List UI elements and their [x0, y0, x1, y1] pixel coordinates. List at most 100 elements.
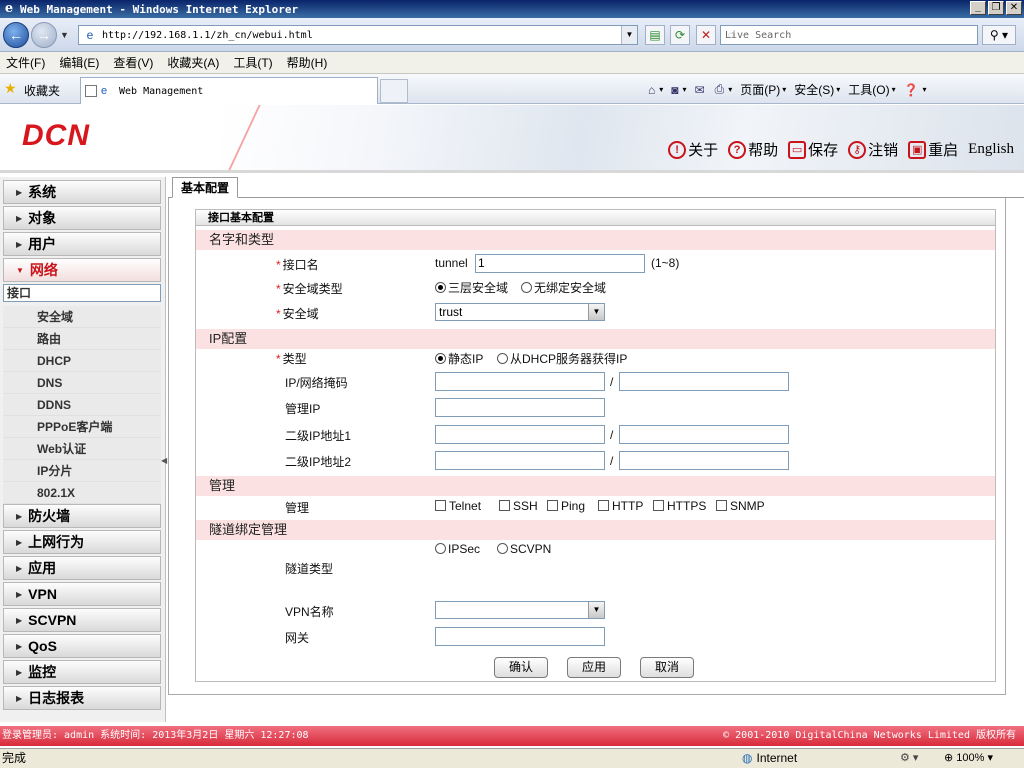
sidebar-item-system[interactable]: ▶ 系统 [3, 180, 161, 204]
mgmt-snmp-checkbox[interactable] [716, 500, 727, 511]
help-link[interactable]: ? 帮助 [728, 139, 778, 160]
chevron-down-icon[interactable]: ▼ [588, 304, 604, 320]
sidebar-item-firewall[interactable]: ▶ 防火墙 [3, 504, 161, 528]
netmask-input[interactable] [619, 372, 789, 391]
help-menu[interactable]: ❓ ▾ [904, 83, 927, 97]
stop-icon[interactable]: ✕ [696, 25, 716, 45]
sidebar-subitem-dhcp[interactable]: DHCP [3, 350, 161, 372]
ip-dhcp-option[interactable]: 从DHCP服务器获得IP [497, 350, 627, 367]
tunnel-ipsec-radio[interactable] [435, 543, 446, 554]
sidebar-item-monitor[interactable]: ▶ 监控 [3, 660, 161, 684]
english-link[interactable]: English [968, 141, 1014, 158]
search-icon[interactable]: ⚲ ▾ [982, 25, 1016, 45]
security-zone[interactable]: ◍ Internet [742, 749, 797, 768]
secondary-ip2-input[interactable] [435, 451, 605, 470]
home-button[interactable]: ⌂ ▾ [648, 83, 663, 97]
sidebar-subitem-ddns[interactable]: DDNS [3, 394, 161, 416]
sidebar-subitem-dns[interactable]: DNS [3, 372, 161, 394]
ifname-input[interactable]: 1 [475, 254, 645, 273]
mgmt-ping-option[interactable]: Ping [547, 499, 585, 513]
sidebar-item-web-behavior[interactable]: ▶ 上网行为 [3, 530, 161, 554]
mgmt-https-checkbox[interactable] [653, 500, 664, 511]
reboot-link[interactable]: ▣ 重启 [908, 139, 958, 160]
zone-select[interactable]: trust ▼ [435, 303, 605, 321]
tunnel-ipsec-option[interactable]: IPSec [435, 542, 480, 556]
sidebar-item-application[interactable]: ▶ 应用 [3, 556, 161, 580]
secondary-mask1-input[interactable] [619, 425, 789, 444]
back-button[interactable]: ← [3, 22, 29, 48]
browser-tab[interactable]: e Web Management [80, 77, 378, 104]
print-button[interactable]: ⎙ ▾ [715, 82, 733, 97]
gateway-input[interactable] [435, 627, 605, 646]
ip-static-radio[interactable] [435, 353, 446, 364]
cancel-button[interactable]: 取消 [640, 657, 694, 678]
confirm-button[interactable]: 确认 [494, 657, 548, 678]
mgmt-https-option[interactable]: HTTPS [653, 499, 706, 513]
secondary-mask2-input[interactable] [619, 451, 789, 470]
mgmt-snmp-option[interactable]: SNMP [716, 499, 765, 513]
sidebar-collapse-icon[interactable]: ◀ [161, 456, 167, 484]
tunnel-scvpn-radio[interactable] [497, 543, 508, 554]
secondary-ip1-input[interactable] [435, 425, 605, 444]
sidebar-subitem-8021x[interactable]: 802.1X [3, 482, 161, 504]
ip-dhcp-radio[interactable] [497, 353, 508, 364]
close-button[interactable]: ✕ [1006, 1, 1022, 15]
menu-favorites[interactable]: 收藏夹(A) [167, 54, 219, 71]
apply-button[interactable]: 应用 [567, 657, 621, 678]
menu-help[interactable]: 帮助(H) [287, 54, 328, 71]
mgmt-http-option[interactable]: HTTP [598, 499, 643, 513]
sidebar-item-qos[interactable]: ▶ QoS [3, 634, 161, 658]
menu-file[interactable]: 文件(F) [6, 54, 45, 71]
sidebar-item-users[interactable]: ▶ 用户 [3, 232, 161, 256]
restore-button[interactable]: ❐ [988, 1, 1004, 15]
tools-menu[interactable]: 工具(O) ▾ [848, 81, 895, 98]
zone-type-l3-option[interactable]: 三层安全域 [435, 279, 508, 296]
tab-basic-config[interactable]: 基本配置 [172, 177, 238, 198]
mgmt-telnet-option[interactable]: Telnet [435, 499, 481, 513]
menu-edit[interactable]: 编辑(E) [59, 54, 99, 71]
menu-view[interactable]: 查看(V) [113, 54, 153, 71]
refresh-icon[interactable]: ⟳ [670, 25, 690, 45]
search-input[interactable]: ◌ Live Search [720, 25, 978, 45]
about-link[interactable]: ! 关于 [668, 139, 718, 160]
sidebar-subitem-ipfrag[interactable]: IP分片 [3, 460, 161, 482]
favorites-button[interactable]: 收藏夹 [24, 82, 60, 99]
minimize-button[interactable]: _ [970, 1, 986, 15]
vpn-name-select[interactable]: ▼ [435, 601, 605, 619]
logout-link[interactable]: ⚷ 注销 [848, 139, 898, 160]
compat-view-icon[interactable]: ▤ [645, 25, 665, 45]
zone-type-unbound-radio[interactable] [521, 282, 532, 293]
mgmt-ping-checkbox[interactable] [547, 500, 558, 511]
protected-mode-icon[interactable]: ⚙ ▾ [900, 749, 918, 768]
chevron-down-icon[interactable]: ▼ [588, 602, 604, 618]
zoom-level[interactable]: ⊕ 100% ▾ [944, 749, 993, 768]
quick-tabs-icon[interactable] [85, 85, 97, 97]
mail-button[interactable]: ✉ [695, 83, 707, 97]
ip-static-option[interactable]: 静态IP [435, 350, 483, 367]
sidebar-item-logs[interactable]: ▶ 日志报表 [3, 686, 161, 710]
zone-type-l3-radio[interactable] [435, 282, 446, 293]
sidebar-subitem-interface[interactable]: 接口 [3, 284, 161, 302]
sidebar-item-objects[interactable]: ▶ 对象 [3, 206, 161, 230]
menu-tools[interactable]: 工具(T) [233, 54, 272, 71]
feeds-button[interactable]: ◙ ▾ [671, 83, 686, 97]
save-link[interactable]: ▭ 保存 [788, 139, 838, 160]
favorites-star-icon[interactable]: ★ [4, 81, 17, 95]
sidebar-item-scvpn[interactable]: ▶ SCVPN [3, 608, 161, 632]
mgmt-http-checkbox[interactable] [598, 500, 609, 511]
mgmt-telnet-checkbox[interactable] [435, 500, 446, 511]
address-field[interactable]: e http://192.168.1.1/zh_cn/webui.html ▼ [78, 25, 638, 45]
mgmt-ip-input[interactable] [435, 398, 605, 417]
sidebar-subitem-pppoe[interactable]: PPPoE客户端 [3, 416, 161, 438]
mgmt-ssh-checkbox[interactable] [499, 500, 510, 511]
zone-type-unbound-option[interactable]: 无绑定安全域 [521, 279, 606, 296]
address-dropdown-icon[interactable]: ▼ [621, 26, 637, 44]
safety-menu[interactable]: 安全(S) ▾ [794, 81, 840, 98]
sidebar-subitem-zone[interactable]: 安全域 [3, 306, 161, 328]
mgmt-ssh-option[interactable]: SSH [499, 499, 538, 513]
history-dropdown-icon[interactable]: ▼ [60, 30, 69, 40]
ip-address-input[interactable] [435, 372, 605, 391]
sidebar-subitem-routing[interactable]: 路由 [3, 328, 161, 350]
sidebar-subitem-webauth[interactable]: Web认证 [3, 438, 161, 460]
sidebar-item-network[interactable]: ▼ 网络 [3, 258, 161, 282]
